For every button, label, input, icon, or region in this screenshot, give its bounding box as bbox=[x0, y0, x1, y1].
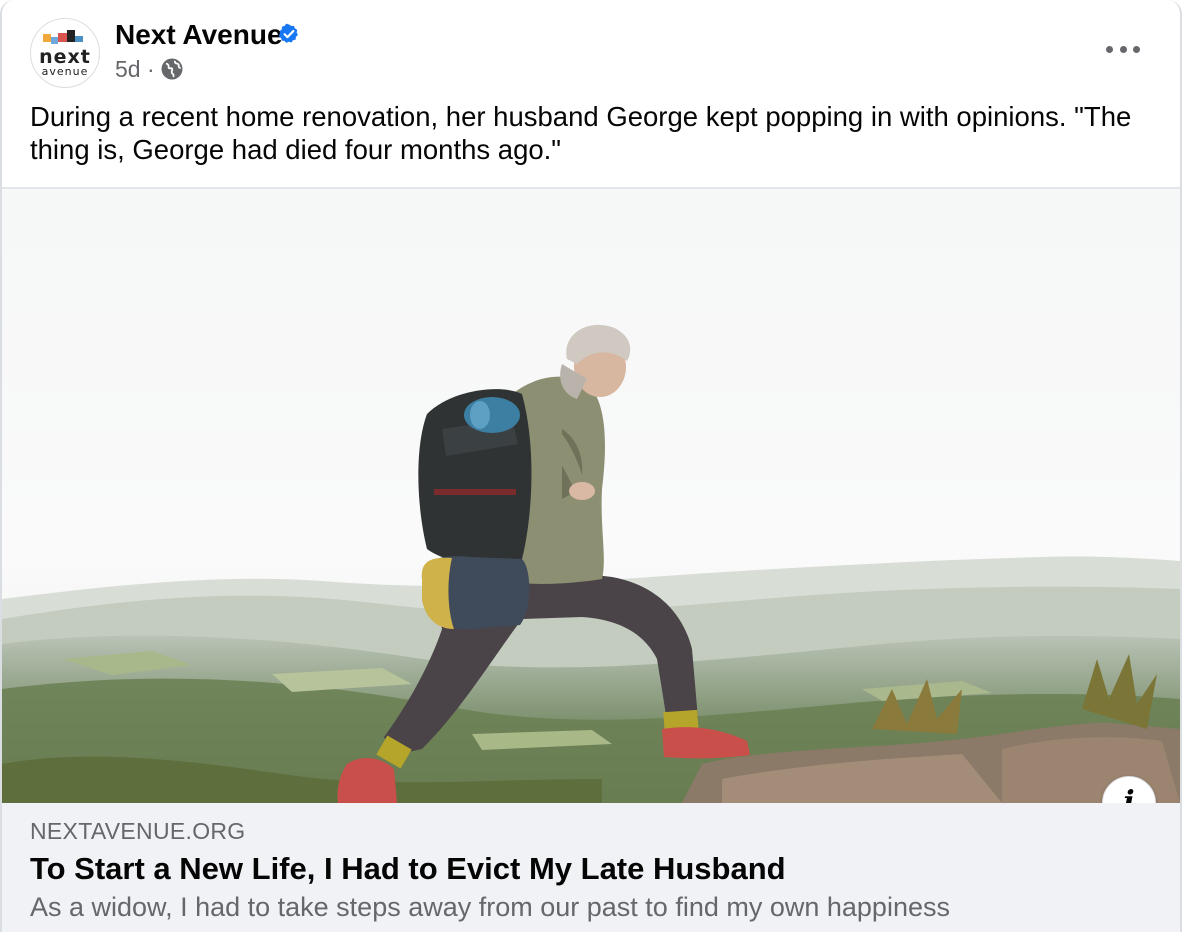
avatar-logo-text: next bbox=[39, 46, 91, 68]
more-dot bbox=[1106, 45, 1113, 53]
feed-post: next avenue Next Avenue 5d · During a re… bbox=[0, 0, 1182, 932]
post-meta: 5d · bbox=[115, 55, 155, 83]
post-message: During a recent home renovation, her hus… bbox=[30, 101, 1132, 165]
link-preview-image[interactable] bbox=[2, 189, 1180, 803]
link-preview-card[interactable]: NEXTAVENUE.ORG To Start a New Life, I Ha… bbox=[2, 803, 1180, 932]
page-name-link[interactable]: Next Avenue bbox=[115, 17, 283, 53]
more-options-button[interactable] bbox=[1106, 38, 1140, 60]
link-title[interactable]: To Start a New Life, I Had to Evict My L… bbox=[30, 849, 786, 889]
verified-badge-icon bbox=[278, 23, 298, 43]
globe-icon bbox=[161, 58, 183, 80]
meta-separator: · bbox=[146, 56, 155, 82]
link-description: As a widow, I had to take steps away fro… bbox=[30, 892, 950, 922]
hiker-photo bbox=[2, 189, 1180, 803]
more-dot bbox=[1119, 45, 1127, 53]
avatar-logo-subtext: avenue bbox=[41, 65, 89, 78]
page-avatar[interactable]: next avenue bbox=[30, 18, 100, 88]
post-header: next avenue Next Avenue 5d · bbox=[2, 0, 1180, 95]
post-timestamp[interactable]: 5d bbox=[115, 56, 141, 82]
link-domain: NEXTAVENUE.ORG bbox=[30, 818, 246, 844]
more-dot bbox=[1133, 45, 1140, 53]
